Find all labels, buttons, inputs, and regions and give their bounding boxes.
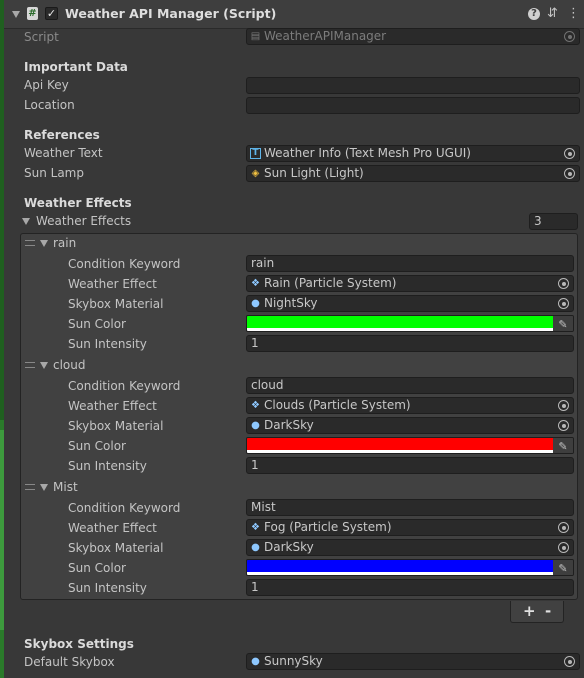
element-foldout-icon[interactable] — [40, 362, 48, 369]
object-picker-icon[interactable] — [558, 400, 569, 411]
element-name[interactable]: cloud — [53, 357, 86, 373]
text-mesh-pro-icon: T — [250, 148, 261, 159]
component-header[interactable]: # ✓ Weather API Manager (Script) ? ⇵ ⋮ — [4, 0, 584, 29]
weather-effects-count-input[interactable]: 3 — [529, 213, 578, 230]
condition-keyword-input[interactable]: rain — [246, 255, 574, 272]
weather-effect-field[interactable]: ❖ Rain (Particle System) — [246, 275, 574, 292]
weather-text-field[interactable]: T Weather Info (Text Mesh Pro UGUI) — [246, 145, 580, 162]
references-header: References — [24, 128, 100, 142]
weather-effect-field[interactable]: ❖ Clouds (Particle System) — [246, 397, 574, 414]
sun-color-label: Sun Color — [68, 317, 126, 331]
script-asset-icon: ▤ — [250, 31, 261, 42]
object-picker-icon[interactable] — [564, 148, 575, 159]
api-key-input[interactable] — [246, 77, 580, 94]
drag-handle-icon[interactable] — [25, 484, 35, 490]
object-picker-icon[interactable] — [564, 168, 575, 179]
particle-system-icon: ❖ — [251, 400, 260, 411]
default-skybox-label: Default Skybox — [24, 655, 115, 669]
object-picker-icon[interactable] — [558, 542, 569, 553]
sun-intensity-label: Sun Intensity — [68, 581, 147, 595]
particle-system-icon: ❖ — [251, 278, 260, 289]
element-name[interactable]: rain — [53, 235, 76, 251]
sun-color-field[interactable]: ✎ — [246, 437, 574, 454]
skybox-material-field[interactable]: ● DarkSky — [246, 539, 574, 556]
condition-keyword-input[interactable]: Mist — [246, 499, 574, 516]
add-element-button[interactable]: + — [523, 602, 536, 620]
list-footer: + - — [510, 601, 564, 623]
alpha-bar — [247, 572, 553, 575]
sun-lamp-label: Sun Lamp — [24, 166, 84, 180]
element-foldout-icon[interactable] — [40, 484, 48, 491]
location-input[interactable] — [246, 97, 580, 114]
alpha-bar — [247, 450, 553, 453]
eyedropper-icon[interactable]: ✎ — [553, 438, 573, 453]
important-data-header: Important Data — [24, 60, 128, 74]
object-picker-icon[interactable] — [564, 656, 575, 667]
api-key-label: Api Key — [24, 78, 69, 92]
eyedropper-icon[interactable]: ✎ — [553, 316, 573, 331]
condition-keyword-label: Condition Keyword — [68, 501, 181, 515]
remove-element-button[interactable]: - — [545, 602, 551, 620]
condition-keyword-label: Condition Keyword — [68, 379, 181, 393]
sun-intensity-input[interactable]: 1 — [246, 335, 574, 352]
weather-text-label: Weather Text — [24, 146, 103, 160]
sun-lamp-field[interactable]: ◈ Sun Light (Light) — [246, 165, 580, 182]
weather-effects-foldout-label[interactable]: Weather Effects — [36, 213, 131, 229]
drag-handle-icon[interactable] — [25, 362, 35, 368]
sun-intensity-input[interactable]: 1 — [246, 579, 574, 596]
skybox-material-field[interactable]: ● NightSky — [246, 295, 574, 312]
weather-effect-label: Weather Effect — [68, 399, 157, 413]
particle-system-icon: ❖ — [251, 522, 260, 533]
weather-effects-foldout-icon[interactable] — [22, 218, 30, 225]
object-picker-icon[interactable] — [558, 278, 569, 289]
material-icon: ● — [251, 656, 260, 667]
skybox-material-label: Skybox Material — [68, 541, 164, 555]
element-name[interactable]: Mist — [53, 479, 78, 495]
sun-color-label: Sun Color — [68, 439, 126, 453]
sun-color-field[interactable]: ✎ — [246, 315, 574, 332]
skybox-material-label: Skybox Material — [68, 419, 164, 433]
help-icon[interactable]: ? — [528, 8, 540, 20]
condition-keyword-input[interactable]: cloud — [246, 377, 574, 394]
condition-keyword-label: Condition Keyword — [68, 257, 181, 271]
script-label: Script — [24, 30, 59, 44]
sun-intensity-label: Sun Intensity — [68, 459, 147, 473]
alpha-bar — [247, 328, 553, 331]
weather-effects-header: Weather Effects — [24, 196, 132, 210]
foldout-arrow-icon[interactable] — [12, 11, 20, 18]
sun-intensity-input[interactable]: 1 — [246, 457, 574, 474]
script-field: ▤ WeatherAPIManager — [246, 28, 580, 45]
presets-icon[interactable]: ⇵ — [547, 6, 558, 22]
light-icon: ◈ — [251, 168, 260, 179]
object-picker-icon[interactable] — [558, 420, 569, 431]
script-icon: # — [27, 7, 38, 20]
material-icon: ● — [251, 298, 260, 309]
weather-effect-label: Weather Effect — [68, 521, 157, 535]
object-picker-icon[interactable] — [558, 522, 569, 533]
default-skybox-field[interactable]: ● SunnySky — [246, 653, 580, 670]
location-label: Location — [24, 98, 75, 112]
enabled-checkbox[interactable]: ✓ — [45, 7, 58, 20]
menu-icon[interactable]: ⋮ — [567, 6, 580, 22]
sun-color-field[interactable]: ✎ — [246, 559, 574, 576]
sun-intensity-label: Sun Intensity — [68, 337, 147, 351]
eyedropper-icon[interactable]: ✎ — [553, 560, 573, 575]
object-picker-icon[interactable] — [558, 298, 569, 309]
skybox-material-label: Skybox Material — [68, 297, 164, 311]
material-icon: ● — [251, 542, 260, 553]
sun-color-label: Sun Color — [68, 561, 126, 575]
weather-effect-label: Weather Effect — [68, 277, 157, 291]
component-title: Weather API Manager (Script) — [65, 6, 277, 21]
object-picker-icon — [564, 31, 575, 42]
scene-edge-strip — [0, 0, 4, 678]
element-foldout-icon[interactable] — [40, 240, 48, 247]
material-icon: ● — [251, 420, 260, 431]
skybox-settings-header: Skybox Settings — [24, 637, 134, 651]
weather-effect-field[interactable]: ❖ Fog (Particle System) — [246, 519, 574, 536]
drag-handle-icon[interactable] — [25, 240, 35, 246]
skybox-material-field[interactable]: ● DarkSky — [246, 417, 574, 434]
